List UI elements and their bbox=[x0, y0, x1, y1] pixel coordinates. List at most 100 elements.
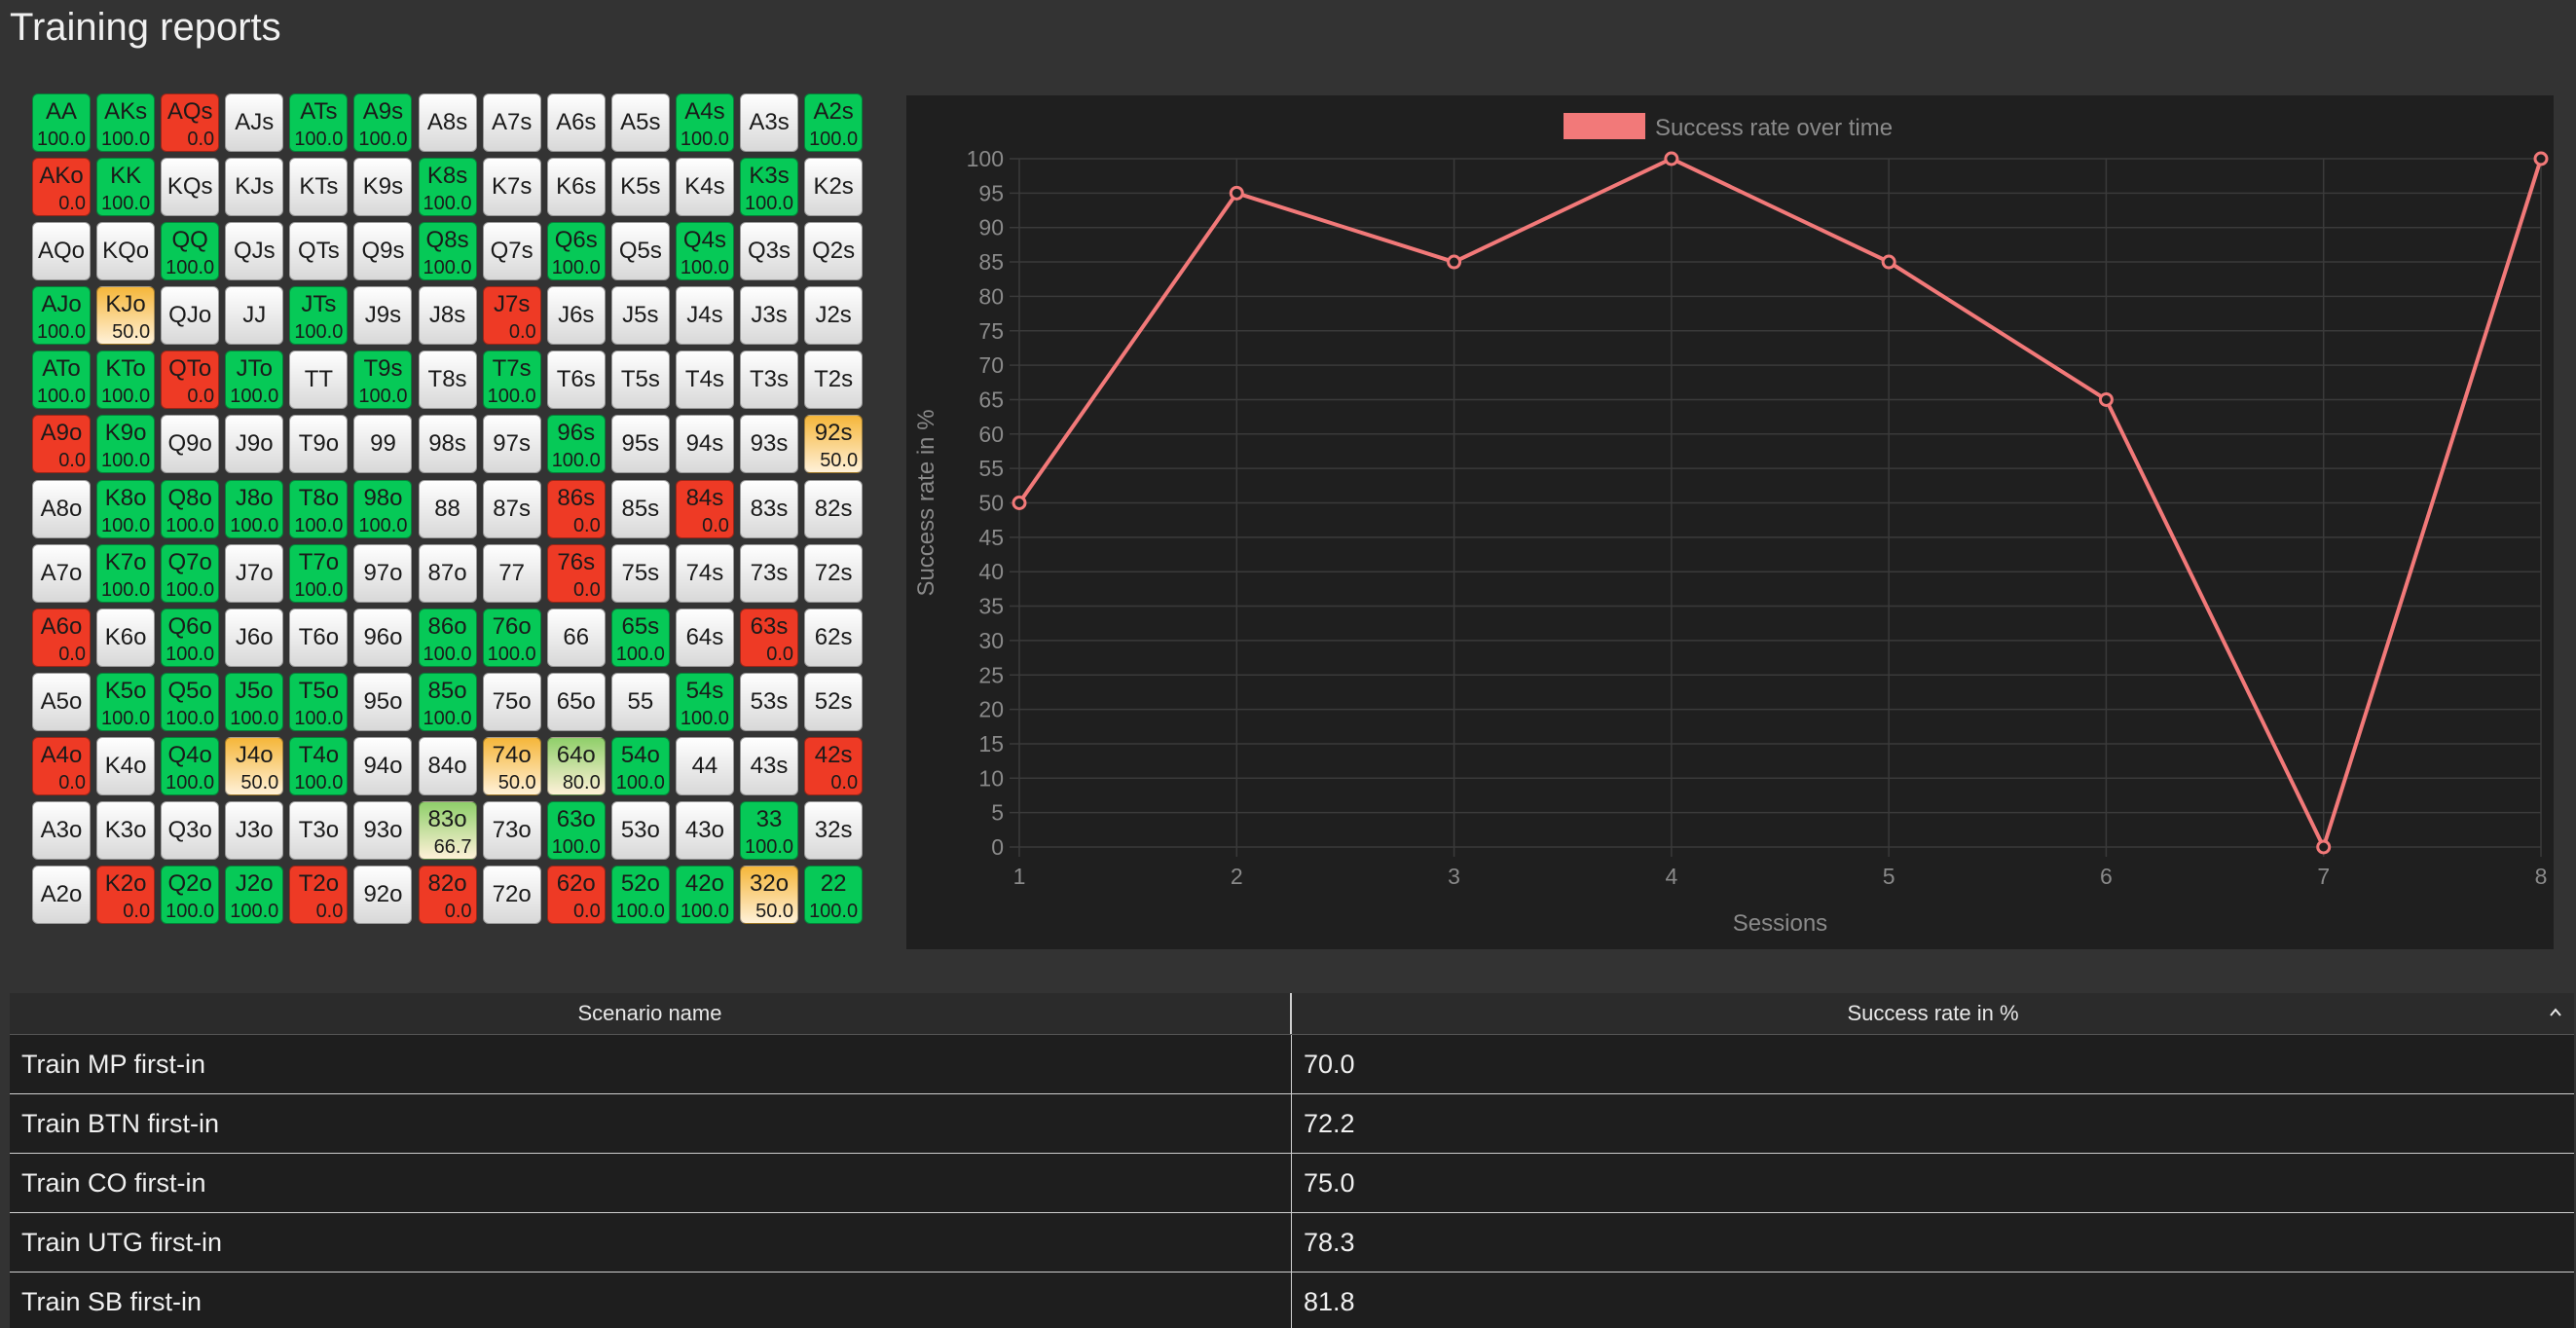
hand-cell[interactable]: 22 100.0 bbox=[804, 866, 864, 925]
hand-cell[interactable]: KK 100.0 bbox=[96, 158, 156, 217]
hand-cell[interactable]: 75s bbox=[610, 543, 670, 603]
hand-cell[interactable]: Q3s bbox=[740, 222, 799, 281]
hand-cell[interactable]: J9o bbox=[225, 415, 284, 474]
hand-cell[interactable]: A2o bbox=[32, 866, 91, 925]
hand-cell[interactable]: T4o 100.0 bbox=[289, 736, 349, 795]
hand-cell[interactable]: AJs bbox=[225, 93, 284, 152]
hand-cell[interactable]: 73o bbox=[482, 801, 541, 861]
hand-cell[interactable]: 54o 100.0 bbox=[610, 736, 670, 795]
hand-cell[interactable]: T5o 100.0 bbox=[289, 672, 349, 731]
hand-cell[interactable]: 95s bbox=[610, 415, 670, 474]
column-header-scenario-name[interactable]: Scenario name bbox=[10, 993, 1292, 1034]
hand-cell[interactable]: J3s bbox=[740, 286, 799, 346]
hand-cell[interactable]: 65s 100.0 bbox=[610, 608, 670, 667]
hand-cell[interactable]: QJo bbox=[161, 286, 220, 346]
hand-cell[interactable]: 73s bbox=[740, 543, 799, 603]
hand-cell[interactable]: 72o bbox=[482, 866, 541, 925]
hand-cell[interactable]: 82s bbox=[804, 479, 864, 538]
hand-cell[interactable]: 65o bbox=[546, 672, 606, 731]
hand-cell[interactable]: 87o bbox=[418, 543, 477, 603]
hand-cell[interactable]: QTo 0.0 bbox=[161, 350, 220, 410]
hand-cell[interactable]: T3o bbox=[289, 801, 349, 861]
hand-cell[interactable]: K4s bbox=[675, 158, 734, 217]
hand-cell[interactable]: A7o bbox=[32, 543, 91, 603]
hand-cell[interactable]: K9o 100.0 bbox=[96, 415, 156, 474]
hand-cell[interactable]: A9o 0.0 bbox=[32, 415, 91, 474]
hand-cell[interactable]: KTs bbox=[289, 158, 349, 217]
hand-cell[interactable]: Q7s bbox=[482, 222, 541, 281]
hand-cell[interactable]: J5o 100.0 bbox=[225, 672, 284, 731]
hand-cell[interactable]: A5s bbox=[610, 93, 670, 152]
hand-cell[interactable]: K5o 100.0 bbox=[96, 672, 156, 731]
hand-cell[interactable]: Q7o 100.0 bbox=[161, 543, 220, 603]
hand-cell[interactable]: ATo 100.0 bbox=[32, 350, 91, 410]
hand-cell[interactable]: A5o bbox=[32, 672, 91, 731]
hand-cell[interactable]: QJs bbox=[225, 222, 284, 281]
hand-cell[interactable]: J6o bbox=[225, 608, 284, 667]
hand-cell[interactable]: K8o 100.0 bbox=[96, 479, 156, 538]
hand-cell[interactable]: A8s bbox=[418, 93, 477, 152]
hand-cell[interactable]: Q8s 100.0 bbox=[418, 222, 477, 281]
hand-cell[interactable]: 75o bbox=[482, 672, 541, 731]
hand-cell[interactable]: QQ 100.0 bbox=[161, 222, 220, 281]
hand-cell[interactable]: T2s bbox=[804, 350, 864, 410]
hand-cell[interactable]: K5s bbox=[610, 158, 670, 217]
hand-cell[interactable]: 83o 66.7 bbox=[418, 801, 477, 861]
hand-cell[interactable]: 44 bbox=[675, 736, 734, 795]
hand-cell[interactable]: 99 bbox=[353, 415, 413, 474]
hand-cell[interactable]: 94o bbox=[353, 736, 413, 795]
hand-cell[interactable]: 32s bbox=[804, 801, 864, 861]
hand-cell[interactable]: 98o 100.0 bbox=[353, 479, 413, 538]
hand-cell[interactable]: 64o 80.0 bbox=[546, 736, 606, 795]
hand-cell[interactable]: J8s bbox=[418, 286, 477, 346]
hand-cell[interactable]: 97s bbox=[482, 415, 541, 474]
hand-cell[interactable]: J2s bbox=[804, 286, 864, 346]
hand-cell[interactable]: KQs bbox=[161, 158, 220, 217]
hand-cell[interactable]: K6s bbox=[546, 158, 606, 217]
hand-cell[interactable]: T3s bbox=[740, 350, 799, 410]
hand-cell[interactable]: Q4s 100.0 bbox=[675, 222, 734, 281]
hand-cell[interactable]: T8o 100.0 bbox=[289, 479, 349, 538]
hand-cell[interactable]: Q5s bbox=[610, 222, 670, 281]
hand-cell[interactable]: Q2s bbox=[804, 222, 864, 281]
hand-cell[interactable]: 97o bbox=[353, 543, 413, 603]
hand-cell[interactable]: T7o 100.0 bbox=[289, 543, 349, 603]
hand-cell[interactable]: 93s bbox=[740, 415, 799, 474]
hand-cell[interactable]: K4o bbox=[96, 736, 156, 795]
hand-cell[interactable]: K7o 100.0 bbox=[96, 543, 156, 603]
hand-cell[interactable]: T7s 100.0 bbox=[482, 350, 541, 410]
hand-cell[interactable]: 74s bbox=[675, 543, 734, 603]
table-row[interactable]: Train SB first-in 81.8 bbox=[10, 1273, 2574, 1328]
hand-cell[interactable]: A4s 100.0 bbox=[675, 93, 734, 152]
hand-cell[interactable]: KJo 50.0 bbox=[96, 286, 156, 346]
hand-cell[interactable]: A2s 100.0 bbox=[804, 93, 864, 152]
hand-cell[interactable]: T6o bbox=[289, 608, 349, 667]
hand-cell[interactable]: J7o bbox=[225, 543, 284, 603]
hand-cell[interactable]: AJo 100.0 bbox=[32, 286, 91, 346]
hand-cell[interactable]: T2o 0.0 bbox=[289, 866, 349, 925]
hand-cell[interactable]: AKo 0.0 bbox=[32, 158, 91, 217]
hand-cell[interactable]: 33 100.0 bbox=[740, 801, 799, 861]
hand-cell[interactable]: K7s bbox=[482, 158, 541, 217]
hand-cell[interactable]: 42o 100.0 bbox=[675, 866, 734, 925]
hand-cell[interactable]: 43s bbox=[740, 736, 799, 795]
hand-cell[interactable]: 86o 100.0 bbox=[418, 608, 477, 667]
hand-cell[interactable]: 95o bbox=[353, 672, 413, 731]
hand-cell[interactable]: A7s bbox=[482, 93, 541, 152]
hand-cell[interactable]: A4o 0.0 bbox=[32, 736, 91, 795]
hand-cell[interactable]: 53o bbox=[610, 801, 670, 861]
hand-cell[interactable]: J6s bbox=[546, 286, 606, 346]
hand-cell[interactable]: 52o 100.0 bbox=[610, 866, 670, 925]
hand-cell[interactable]: Q2o 100.0 bbox=[161, 866, 220, 925]
hand-cell[interactable]: T4s bbox=[675, 350, 734, 410]
table-row[interactable]: Train CO first-in 75.0 bbox=[10, 1154, 2574, 1213]
hand-cell[interactable]: AKs 100.0 bbox=[96, 93, 156, 152]
hand-cell[interactable]: JJ bbox=[225, 286, 284, 346]
hand-cell[interactable]: J5s bbox=[610, 286, 670, 346]
hand-cell[interactable]: A9s 100.0 bbox=[353, 93, 413, 152]
hand-cell[interactable]: 72s bbox=[804, 543, 864, 603]
hand-cell[interactable]: K9s bbox=[353, 158, 413, 217]
hand-cell[interactable]: 43o bbox=[675, 801, 734, 861]
hand-cell[interactable]: 94s bbox=[675, 415, 734, 474]
hand-cell[interactable]: Q8o 100.0 bbox=[161, 479, 220, 538]
